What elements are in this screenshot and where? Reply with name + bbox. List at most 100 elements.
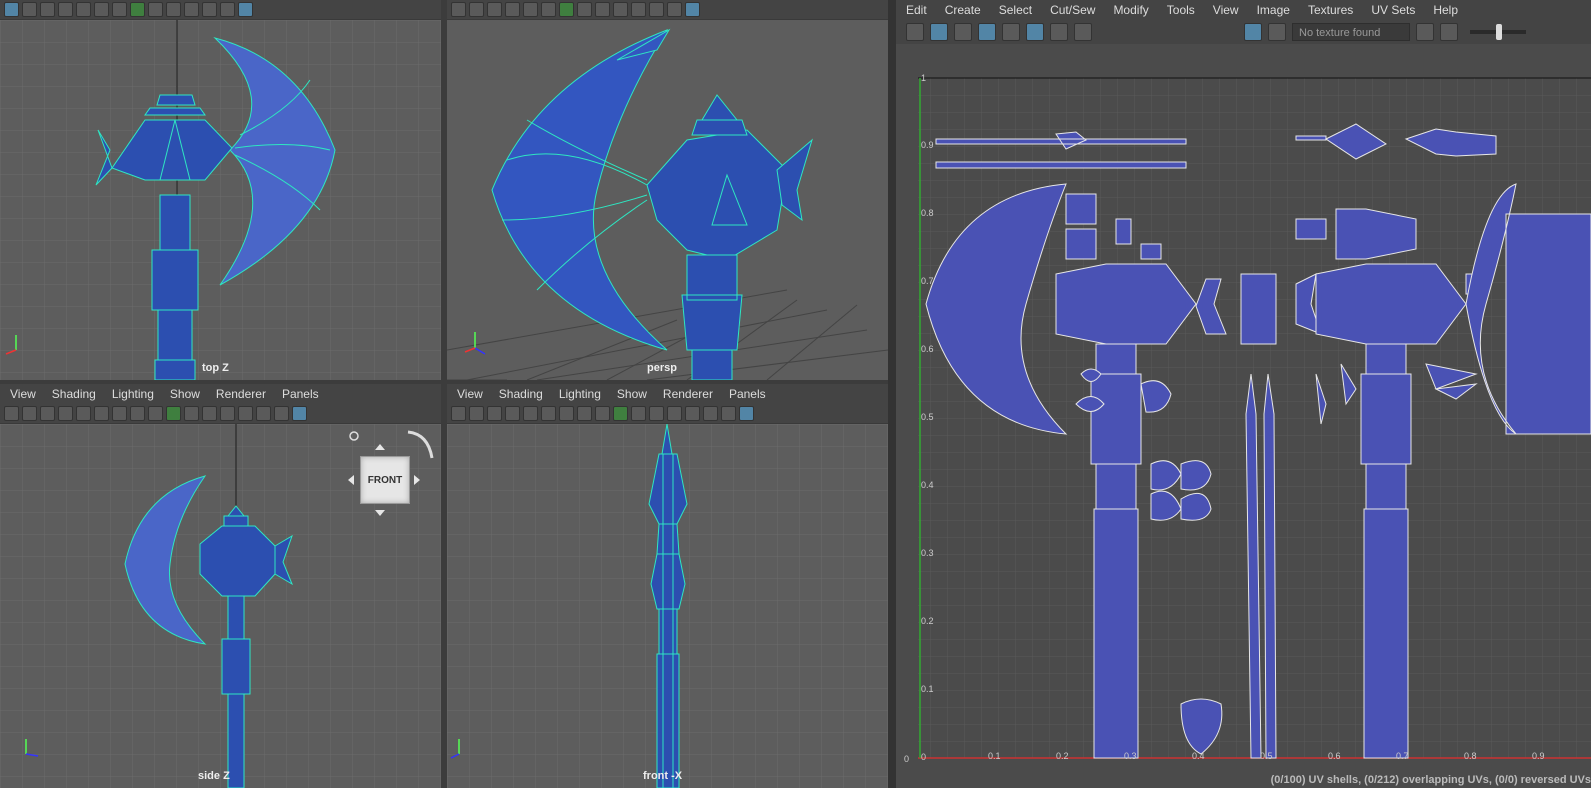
toolbar-icon[interactable]	[202, 2, 217, 17]
menu-show[interactable]: Show	[170, 387, 200, 401]
uv-menu-cutsew[interactable]: Cut/Sew	[1050, 3, 1095, 17]
menu-shading[interactable]: Shading	[52, 387, 96, 401]
toolbar-icon[interactable]	[22, 2, 37, 17]
cube-icon[interactable]	[238, 2, 253, 17]
cube-icon[interactable]	[685, 2, 700, 17]
uv-toolbar-icon[interactable]	[954, 23, 972, 41]
menu-lighting[interactable]: Lighting	[559, 387, 601, 401]
toolbar-icon[interactable]	[649, 2, 664, 17]
toolbar-icon[interactable]	[505, 2, 520, 17]
toolbar-icon[interactable]	[595, 2, 610, 17]
select-mode-icon[interactable]	[4, 2, 19, 17]
toolbar-icon[interactable]	[667, 406, 682, 421]
grid-icon[interactable]	[631, 406, 646, 421]
toolbar-icon[interactable]	[703, 406, 718, 421]
toolbar-icon[interactable]	[112, 406, 127, 421]
grid-icon[interactable]	[577, 2, 592, 17]
menu-show[interactable]: Show	[617, 387, 647, 401]
uv-grid-icon[interactable]	[1026, 23, 1044, 41]
toolbar-icon[interactable]	[58, 406, 73, 421]
toolbar-icon[interactable]	[166, 2, 181, 17]
uv-menu-textures[interactable]: Textures	[1308, 3, 1353, 17]
toolbar-icon[interactable]	[469, 406, 484, 421]
exposure-slider[interactable]	[1470, 24, 1526, 40]
uv-menu-uvsets[interactable]: UV Sets	[1371, 3, 1415, 17]
image-display-icon[interactable]	[1244, 23, 1262, 41]
uv-toolbar-icon[interactable]	[906, 23, 924, 41]
viewport-persp[interactable]: persp	[447, 0, 888, 380]
viewport-front[interactable]: View Shading Lighting Show Renderer Pane…	[447, 384, 888, 788]
uv-menu-help[interactable]: Help	[1433, 3, 1458, 17]
toolbar-icon[interactable]	[40, 2, 55, 17]
toolbar-icon[interactable]	[220, 2, 235, 17]
uv-toolbar-icon[interactable]	[1440, 23, 1458, 41]
toolbar-icon[interactable]	[523, 2, 538, 17]
checker-icon[interactable]	[1268, 23, 1286, 41]
toolbar-icon[interactable]	[76, 2, 91, 17]
toolbar-icon[interactable]	[595, 406, 610, 421]
toolbar-icon[interactable]	[220, 406, 235, 421]
wireframe-on-shaded-icon[interactable]	[613, 406, 628, 421]
uv-menu-select[interactable]: Select	[999, 3, 1032, 17]
cube-icon[interactable]	[292, 406, 307, 421]
toolbar-icon[interactable]	[631, 2, 646, 17]
toolbar-icon[interactable]	[577, 406, 592, 421]
menu-panels[interactable]: Panels	[729, 387, 766, 401]
uv-menu-image[interactable]: Image	[1257, 3, 1290, 17]
uv-toolbar-icon[interactable]	[978, 23, 996, 41]
cube-icon[interactable]	[739, 406, 754, 421]
menu-renderer[interactable]: Renderer	[216, 387, 266, 401]
viewport-top[interactable]: top Z	[0, 0, 441, 380]
uv-menu-tools[interactable]: Tools	[1167, 3, 1195, 17]
menu-panels[interactable]: Panels	[282, 387, 319, 401]
toolbar-icon[interactable]	[667, 2, 682, 17]
toolbar-icon[interactable]	[541, 406, 556, 421]
toolbar-icon[interactable]	[256, 406, 271, 421]
toolbar-icon[interactable]	[274, 406, 289, 421]
toolbar-icon[interactable]	[649, 406, 664, 421]
toolbar-icon[interactable]	[541, 2, 556, 17]
texture-field[interactable]: No texture found	[1292, 23, 1410, 41]
toolbar-icon[interactable]	[505, 406, 520, 421]
wireframe-on-shaded-icon[interactable]	[130, 2, 145, 17]
panel-divider[interactable]	[441, 0, 447, 788]
grid-icon[interactable]	[184, 406, 199, 421]
uv-menu-create[interactable]: Create	[945, 3, 981, 17]
toolbar-icon[interactable]	[451, 406, 466, 421]
toolbar-icon[interactable]	[58, 2, 73, 17]
toolbar-icon[interactable]	[130, 406, 145, 421]
toolbar-icon[interactable]	[238, 406, 253, 421]
toolbar-icon[interactable]	[487, 2, 502, 17]
uv-menu-view[interactable]: View	[1213, 3, 1239, 17]
toolbar-icon[interactable]	[94, 406, 109, 421]
uv-menu-modify[interactable]: Modify	[1113, 3, 1148, 17]
toolbar-icon[interactable]	[40, 406, 55, 421]
toolbar-icon[interactable]	[4, 406, 19, 421]
uv-toolbar-icon[interactable]	[1002, 23, 1020, 41]
toolbar-icon[interactable]	[184, 2, 199, 17]
toolbar-icon[interactable]	[112, 2, 127, 17]
uv-toolbar-icon[interactable]	[1050, 23, 1068, 41]
viewcube-arrows[interactable]	[340, 424, 440, 524]
toolbar-icon[interactable]	[523, 406, 538, 421]
toolbar-icon[interactable]	[202, 406, 217, 421]
uv-toolbar-icon[interactable]	[930, 23, 948, 41]
menu-view[interactable]: View	[10, 387, 36, 401]
uv-toolbar-icon[interactable]	[1416, 23, 1434, 41]
uv-menu-edit[interactable]: Edit	[906, 3, 927, 17]
panel-divider[interactable]	[888, 0, 896, 788]
toolbar-icon[interactable]	[76, 406, 91, 421]
uv-editor[interactable]: Edit Create Select Cut/Sew Modify Tools …	[896, 0, 1591, 788]
panel-divider[interactable]	[0, 380, 888, 384]
toolbar-icon[interactable]	[148, 406, 163, 421]
menu-lighting[interactable]: Lighting	[112, 387, 154, 401]
toolbar-icon[interactable]	[487, 406, 502, 421]
menu-renderer[interactable]: Renderer	[663, 387, 713, 401]
toolbar-icon[interactable]	[613, 2, 628, 17]
menu-shading[interactable]: Shading	[499, 387, 543, 401]
menu-view[interactable]: View	[457, 387, 483, 401]
grid-icon[interactable]	[148, 2, 163, 17]
toolbar-icon[interactable]	[685, 406, 700, 421]
wireframe-on-shaded-icon[interactable]	[559, 2, 574, 17]
toolbar-icon[interactable]	[94, 2, 109, 17]
